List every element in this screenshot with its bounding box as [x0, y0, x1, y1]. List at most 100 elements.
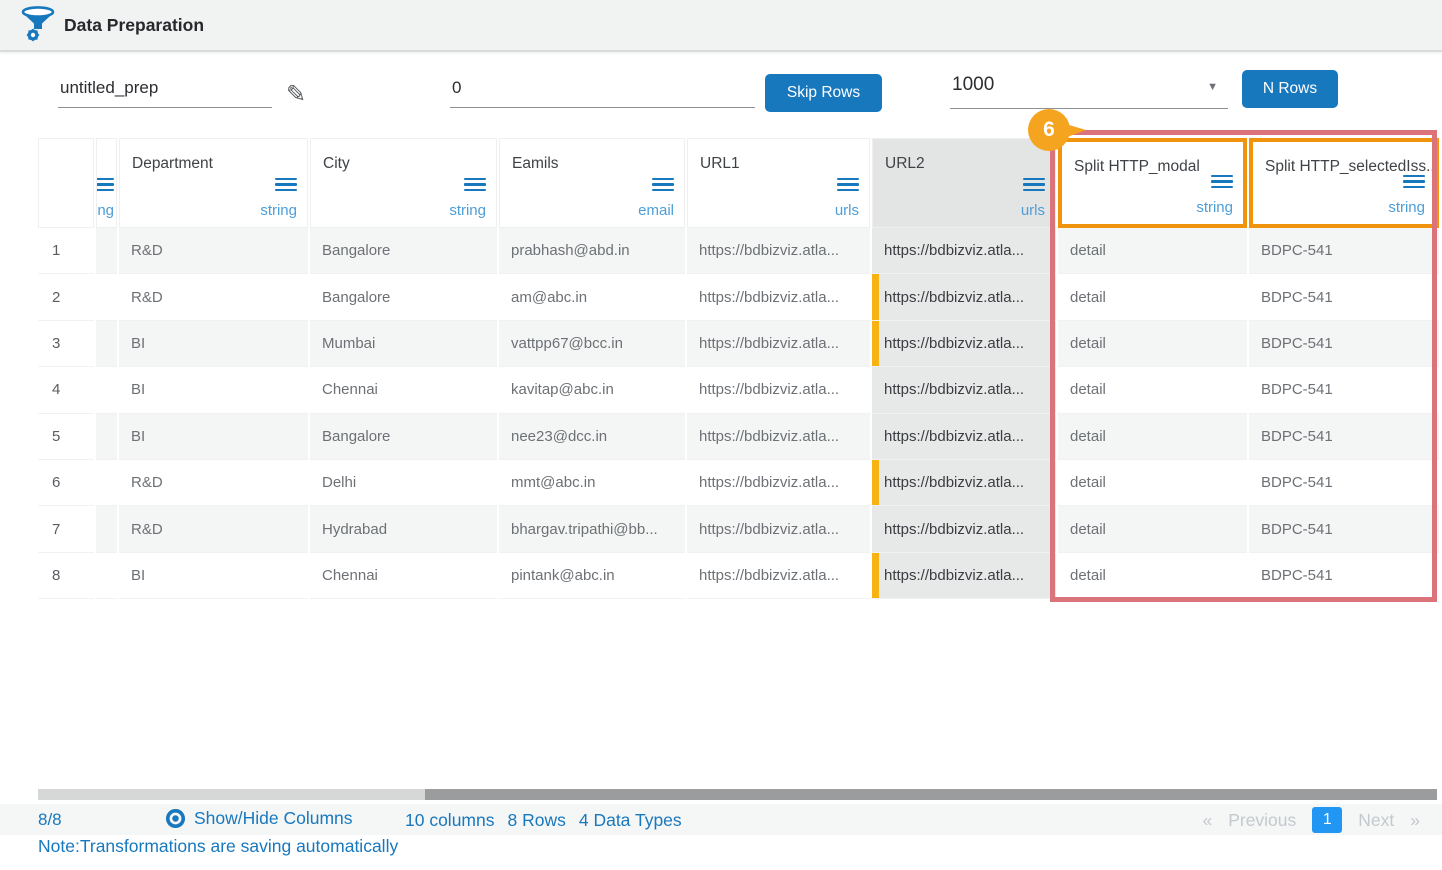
hamburger-icon[interactable]: [652, 175, 674, 194]
cell-email[interactable]: am@abc.in: [499, 274, 685, 320]
cell-split-modal[interactable]: detail: [1058, 228, 1247, 274]
horizontal-scrollbar-track[interactable]: [38, 789, 1437, 800]
cell-department[interactable]: R&D: [119, 460, 308, 506]
hamburger-icon[interactable]: [837, 175, 859, 194]
cell-city[interactable]: Delhi: [310, 460, 497, 506]
cell-partial[interactable]: [96, 321, 117, 367]
cell-department[interactable]: BI: [119, 367, 308, 413]
cell-department[interactable]: BI: [119, 321, 308, 367]
next-page-button[interactable]: Next: [1358, 810, 1394, 831]
cell-url2[interactable]: https://bdbizviz.atla...: [872, 367, 1056, 413]
cell-department[interactable]: R&D: [119, 506, 308, 552]
hamburger-icon[interactable]: [275, 175, 297, 194]
cell-partial[interactable]: [96, 506, 117, 552]
skip-rows-button[interactable]: Skip Rows: [765, 74, 882, 112]
cell-split-selected[interactable]: BDPC-541: [1249, 321, 1439, 367]
prep-name-input[interactable]: untitled_prep: [58, 76, 272, 108]
cell-city[interactable]: Bangalore: [310, 274, 497, 320]
cell-split-selected[interactable]: BDPC-541: [1249, 367, 1439, 413]
cell-split-modal[interactable]: detail: [1058, 274, 1247, 320]
cell-email[interactable]: bhargav.tripathi@bb...: [499, 506, 685, 552]
cell-split-modal[interactable]: detail: [1058, 506, 1247, 552]
cell-url1[interactable]: https://bdbizviz.atla...: [687, 228, 870, 274]
cell-email[interactable]: vattpp67@bcc.in: [499, 321, 685, 367]
cell-partial[interactable]: [96, 228, 117, 274]
cell-url2[interactable]: https://bdbizviz.atla...: [872, 506, 1056, 552]
cell-department[interactable]: BI: [119, 414, 308, 460]
cell-partial[interactable]: [96, 414, 117, 460]
cell-department[interactable]: R&D: [119, 228, 308, 274]
cell-split-selected[interactable]: BDPC-541: [1249, 553, 1439, 599]
cell-partial[interactable]: [96, 367, 117, 413]
stat-columns: 10 columns: [405, 810, 495, 831]
funnel-gear-icon: [20, 6, 56, 44]
cell-email[interactable]: mmt@abc.in: [499, 460, 685, 506]
cell-split-modal[interactable]: detail: [1058, 414, 1247, 460]
cell-email[interactable]: pintank@abc.in: [499, 553, 685, 599]
pencil-icon[interactable]: ✎: [286, 80, 306, 109]
cell-split-selected[interactable]: BDPC-541: [1249, 274, 1439, 320]
current-page-button[interactable]: 1: [1312, 807, 1342, 833]
cell-email[interactable]: prabhash@abd.in: [499, 228, 685, 274]
cell-url2[interactable]: https://bdbizviz.atla...: [872, 321, 1056, 367]
cell-city[interactable]: Mumbai: [310, 321, 497, 367]
cell-split-modal[interactable]: detail: [1058, 367, 1247, 413]
cell-url1[interactable]: https://bdbizviz.atla...: [687, 506, 870, 552]
previous-page-button[interactable]: Previous: [1228, 810, 1296, 831]
column-header-url2[interactable]: URL2 urls: [872, 138, 1056, 228]
first-page-button[interactable]: «: [1202, 810, 1212, 831]
horizontal-scrollbar-thumb[interactable]: [425, 789, 1437, 800]
cell-url1[interactable]: https://bdbizviz.atla...: [687, 414, 870, 460]
skip-rows-input[interactable]: 0: [450, 76, 755, 108]
hamburger-icon[interactable]: [96, 175, 114, 194]
cell-split-selected[interactable]: BDPC-541: [1249, 506, 1439, 552]
hamburger-icon[interactable]: [1023, 175, 1045, 194]
hamburger-icon[interactable]: [464, 175, 486, 194]
show-hide-columns-button[interactable]: Show/Hide Columns: [165, 808, 353, 829]
caret-down-icon[interactable]: ▼: [1207, 81, 1218, 93]
cell-partial[interactable]: [96, 274, 117, 320]
cell-url2[interactable]: https://bdbizviz.atla...: [872, 460, 1056, 506]
cell-url1[interactable]: https://bdbizviz.atla...: [687, 274, 870, 320]
cell-city[interactable]: Chennai: [310, 553, 497, 599]
cell-email[interactable]: nee23@dcc.in: [499, 414, 685, 460]
column-header-split-http-selected[interactable]: Split HTTP_selectedIss... string: [1249, 138, 1439, 228]
column-header-department[interactable]: Department string: [119, 138, 308, 228]
cell-partial[interactable]: [96, 553, 117, 599]
cell-split-selected[interactable]: BDPC-541: [1249, 228, 1439, 274]
cell-city[interactable]: Bangalore: [310, 414, 497, 460]
cell-url1[interactable]: https://bdbizviz.atla...: [687, 321, 870, 367]
cell-split-modal[interactable]: detail: [1058, 553, 1247, 599]
cell-split-selected[interactable]: BDPC-541: [1249, 460, 1439, 506]
hamburger-icon[interactable]: [1403, 172, 1425, 191]
cell-url2[interactable]: https://bdbizviz.atla...: [872, 228, 1056, 274]
column-label: Split HTTP_modal: [1074, 158, 1200, 176]
cell-url1[interactable]: https://bdbizviz.atla...: [687, 460, 870, 506]
column-header-city[interactable]: City string: [310, 138, 497, 228]
table-row: 5 BI Bangalore nee23@dcc.in https://bdbi…: [38, 414, 1439, 460]
app-header: Data Preparation: [0, 0, 1442, 52]
column-header-url1[interactable]: URL1 urls: [687, 138, 870, 228]
column-header-partial[interactable]: ng: [96, 138, 117, 228]
cell-city[interactable]: Chennai: [310, 367, 497, 413]
cell-partial[interactable]: [96, 460, 117, 506]
cell-split-modal[interactable]: detail: [1058, 460, 1247, 506]
cell-split-modal[interactable]: detail: [1058, 321, 1247, 367]
cell-url2[interactable]: https://bdbizviz.atla...: [872, 414, 1056, 460]
cell-city[interactable]: Bangalore: [310, 228, 497, 274]
last-page-button[interactable]: »: [1410, 810, 1420, 831]
cell-city[interactable]: Hydrabad: [310, 506, 497, 552]
cell-email[interactable]: kavitap@abc.in: [499, 367, 685, 413]
n-rows-select[interactable]: 1000 ▼: [950, 72, 1228, 109]
column-header-emails[interactable]: Eamils email: [499, 138, 685, 228]
cell-department[interactable]: R&D: [119, 274, 308, 320]
cell-url2[interactable]: https://bdbizviz.atla...: [872, 274, 1056, 320]
hamburger-icon[interactable]: [1211, 172, 1233, 191]
column-header-split-http-modal[interactable]: Split HTTP_modal string: [1058, 138, 1247, 228]
n-rows-button[interactable]: N Rows: [1242, 70, 1338, 108]
cell-department[interactable]: BI: [119, 553, 308, 599]
cell-url2[interactable]: https://bdbizviz.atla...: [872, 553, 1056, 599]
cell-url1[interactable]: https://bdbizviz.atla...: [687, 367, 870, 413]
cell-url1[interactable]: https://bdbizviz.atla...: [687, 553, 870, 599]
cell-split-selected[interactable]: BDPC-541: [1249, 414, 1439, 460]
